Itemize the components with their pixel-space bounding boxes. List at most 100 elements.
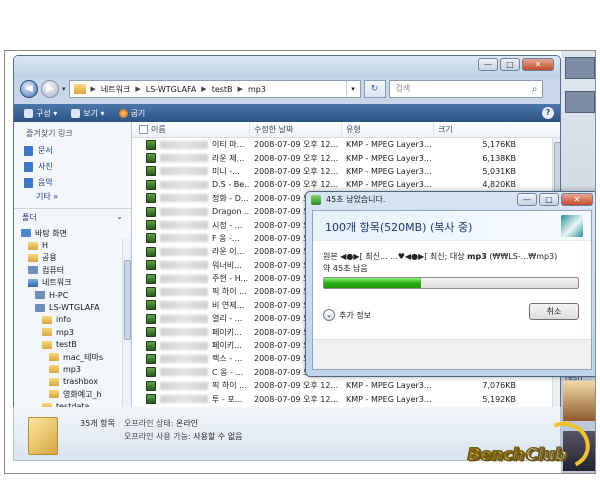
folder-icon	[42, 340, 52, 349]
search-icon[interactable]: ⌕	[532, 82, 538, 98]
refresh-button[interactable]: ↻	[363, 80, 386, 98]
tree-node-label: H-PC	[49, 290, 69, 300]
tree-node-label: mp3	[63, 364, 81, 374]
file-row[interactable]: 이티 마... 2008-07-09 오후 12... KMP - MPEG Lay…	[132, 138, 560, 151]
file-date: 2008-07-09 오후 12...	[254, 140, 339, 150]
close-button[interactable]: ✕	[522, 58, 554, 71]
tree-node-label: 바탕 화면	[35, 228, 67, 238]
breadcrumb-testb[interactable]: testB	[212, 85, 233, 94]
breadcrumb-mp3[interactable]: mp3	[248, 85, 266, 94]
file-date: 2008-07-09 오후 12...	[254, 180, 339, 190]
tree-node[interactable]: 컴퓨터	[14, 264, 131, 276]
tree-node-label: 컴퓨터	[42, 265, 65, 275]
organize-button[interactable]: 구성 ▾	[24, 108, 57, 119]
chevron-right-icon[interactable]: ▶	[238, 85, 243, 93]
tree-node[interactable]: 네트워크	[14, 277, 131, 289]
navigation-scrollbar[interactable]	[122, 238, 131, 428]
folder-icon	[28, 253, 38, 262]
destination-link[interactable]: mp3	[467, 252, 487, 261]
tree-node-label: 공용	[42, 253, 57, 263]
file-name: 주현 - H...	[212, 274, 249, 284]
favorite-pictures[interactable]: 사진	[14, 159, 131, 175]
file-row[interactable]: 픽 하이 ... 2008-07-09 오후 12... KMP - MPEG La…	[132, 379, 560, 392]
more-information-toggle[interactable]: ⌄ 추가 정보	[323, 309, 371, 321]
back-button[interactable]: ◀	[20, 80, 38, 98]
folder-icon	[42, 315, 52, 324]
file-name-cell: 열리 - ...	[132, 313, 250, 324]
chevron-right-icon[interactable]: ▶	[91, 85, 96, 93]
blurred-text	[160, 368, 208, 377]
tree-node-label: trashbox	[63, 377, 99, 387]
address-bar[interactable]: ▶ 네트워크 ▶ LS-WTGLAFA ▶ testB ▶ mp3 ▾	[68, 80, 361, 98]
file-name-cell: D.S - Be...	[132, 179, 250, 190]
tree-node[interactable]: LS-WTGLAFA	[14, 301, 131, 313]
blurred-text	[160, 314, 208, 323]
tree-node[interactable]: info	[14, 314, 131, 326]
burn-button[interactable]: 굽기	[118, 108, 146, 119]
desktop-icon	[21, 229, 31, 238]
chevron-right-icon[interactable]: ▶	[201, 85, 206, 93]
close-button[interactable]: ✕	[561, 193, 593, 206]
chevron-right-icon[interactable]: ▶	[135, 85, 140, 93]
file-name-cell: 시정 - ...	[132, 220, 250, 231]
pc-icon	[35, 303, 45, 312]
burn-label: 굽기	[130, 108, 146, 118]
tree-node[interactable]: H-PC	[14, 289, 131, 301]
pc-icon	[35, 291, 45, 300]
tree-node[interactable]: mac_테마s	[14, 351, 131, 363]
favorite-music[interactable]: 음악	[14, 175, 131, 191]
file-name: 시정 - ...	[212, 220, 243, 230]
search-input[interactable]: 검색 ⌕	[388, 80, 543, 98]
forward-button[interactable]: ▶	[41, 80, 59, 98]
mp3-file-icon	[146, 139, 156, 150]
file-row[interactable]: D.S - Be... 2008-07-09 오후 12... KMP - MPEG…	[132, 178, 560, 191]
tree-node[interactable]: mp3	[14, 326, 131, 338]
select-all-checkbox[interactable]	[139, 125, 148, 134]
tree-node[interactable]: H	[14, 239, 131, 251]
tree-node-label: 영화예고_h	[63, 389, 102, 399]
views-icon	[71, 108, 81, 118]
blurred-text	[160, 140, 208, 149]
column-size[interactable]: 크기	[434, 122, 552, 137]
column-name[interactable]: 이름	[132, 122, 250, 137]
folders-header[interactable]: 폴더 ⌄	[14, 208, 131, 226]
mp3-file-icon	[146, 246, 156, 257]
views-button[interactable]: 보기 ▾	[71, 108, 105, 119]
favorite-documents[interactable]: 문서	[14, 143, 131, 159]
breadcrumb-network[interactable]: 네트워크	[101, 84, 130, 95]
maximize-button[interactable]: □	[500, 58, 520, 71]
recent-pages-dropdown[interactable]: ▾	[62, 85, 66, 93]
address-dropdown[interactable]: ▾	[345, 81, 360, 97]
tree-node[interactable]: 공용	[14, 252, 131, 264]
svg-text:Club: Club	[526, 445, 567, 465]
pictures-icon	[24, 161, 33, 172]
file-row[interactable]: 투 - 포... 2008-07-09 오후 12... KMP - MPEG La…	[132, 392, 560, 405]
minimize-button[interactable]: —	[517, 193, 537, 206]
tree-node[interactable]: 바탕 화면	[14, 227, 131, 239]
file-type: KMP - MPEG Layer3...	[346, 153, 432, 163]
folder-icon	[28, 417, 58, 455]
folder-icon	[42, 328, 52, 337]
breadcrumb-server[interactable]: LS-WTGLAFA	[146, 85, 197, 94]
favorites-more-link[interactable]: 기타 »	[14, 191, 131, 202]
scrollbar-thumb[interactable]	[124, 260, 131, 340]
file-row[interactable]: 미니 -... 2008-07-09 오후 12... KMP - MPEG Lay…	[132, 165, 560, 178]
tree-node[interactable]: trashbox	[14, 376, 131, 388]
help-icon[interactable]: ?	[542, 107, 554, 119]
minimize-button[interactable]: —	[478, 58, 498, 71]
tree-node[interactable]: 영화예고_h	[14, 388, 131, 400]
blurred-text	[160, 274, 208, 283]
blurred-text	[160, 301, 208, 310]
column-type[interactable]: 유형	[342, 122, 434, 137]
file-name: 미니 -...	[212, 166, 240, 176]
tree-node[interactable]: testB	[14, 339, 131, 351]
mp3-file-icon	[146, 179, 156, 190]
column-date[interactable]: 수정한 날짜	[250, 122, 342, 137]
cancel-button[interactable]: 취소	[529, 303, 579, 320]
file-size: 7,076KB	[482, 381, 516, 391]
file-name: 라운 이...	[212, 247, 245, 257]
progress-fill	[324, 278, 421, 288]
file-row[interactable]: 라운 제... 2008-07-09 오후 12... KMP - MPEG Lay…	[132, 151, 560, 164]
maximize-button[interactable]: □	[539, 193, 559, 206]
tree-node[interactable]: mp3	[14, 363, 131, 375]
